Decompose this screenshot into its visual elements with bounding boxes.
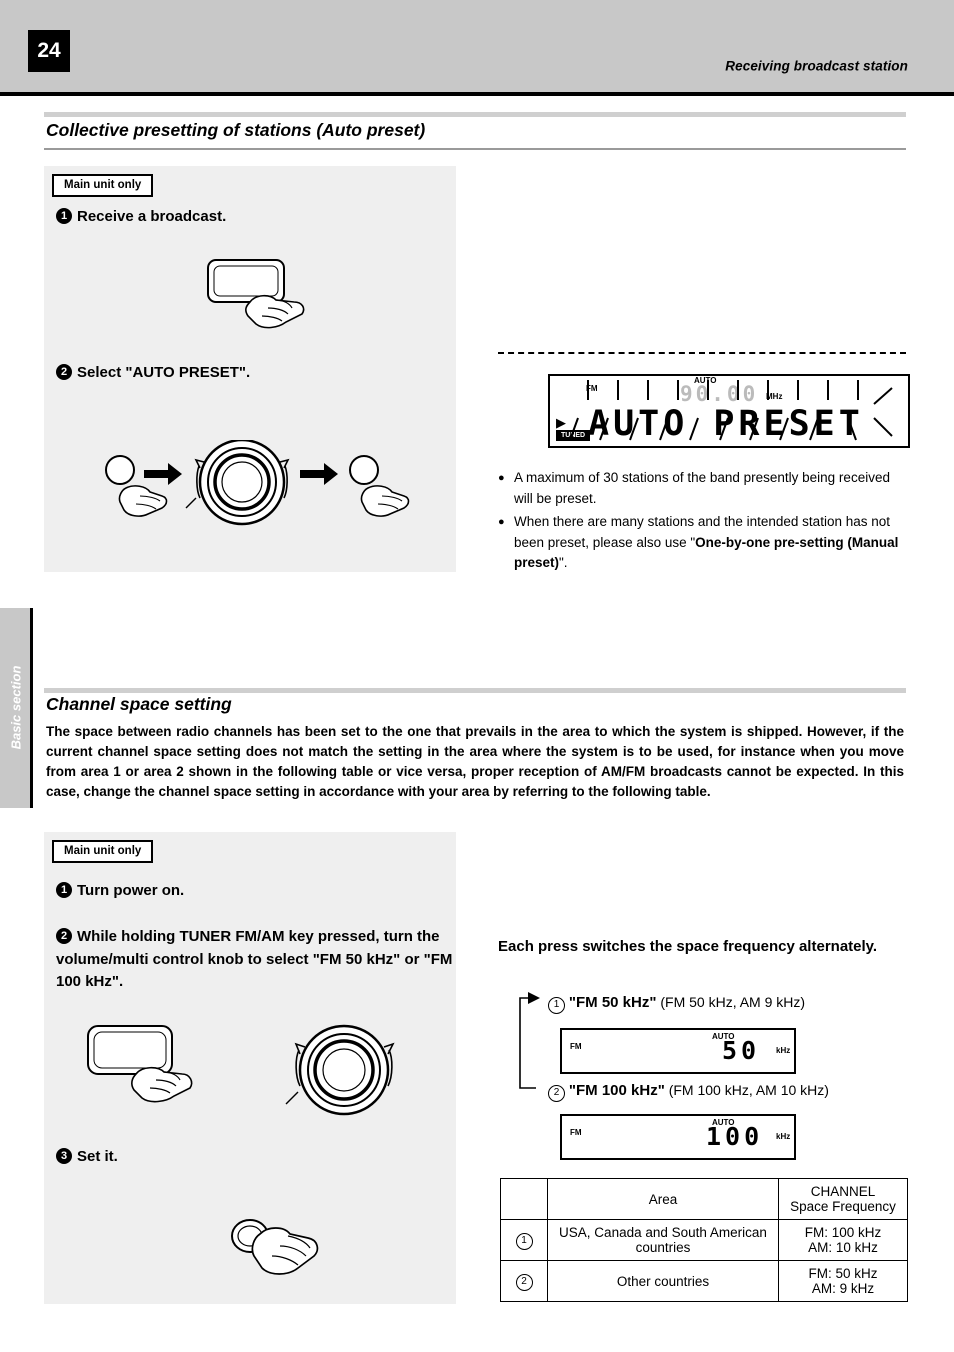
section2-step-3: 3 Set it.: [56, 1148, 118, 1165]
section1-rule-top: [44, 112, 906, 117]
note-item: ● When there are many stations and the i…: [498, 512, 910, 574]
display-fm-label: FM: [570, 1128, 582, 1137]
table-row-freq-am: AM: 10 kHz: [808, 1240, 878, 1255]
step-text: While holding TUNER FM/AM key pressed, t…: [56, 928, 453, 990]
header-divider: [0, 92, 954, 96]
section1-step-1: 1 Receive a broadcast.: [56, 208, 226, 225]
option-1-line: 1 "FM 50 kHz" (FM 50 kHz, AM 9 kHz): [548, 994, 805, 1014]
table-row-area: Other countries: [547, 1260, 779, 1302]
table-header-channel: CHANNEL Space Frequency: [778, 1178, 908, 1220]
table-row-freq-am: AM: 9 kHz: [811, 1281, 875, 1296]
running-title: Receiving broadcast station: [725, 58, 908, 74]
display-unit-label: kHz: [776, 1046, 791, 1055]
table-row: 2 Other countries FM: 50 kHz AM: 9 kHz: [500, 1260, 908, 1302]
display-value: 50: [722, 1036, 761, 1065]
step-number: 3: [56, 1148, 72, 1164]
display-fm-50: [560, 1028, 796, 1074]
table-row-freq-fm: FM: 50 kHz: [808, 1266, 878, 1281]
table-row-area: USA, Canada and South American countries: [547, 1219, 779, 1261]
table-header-row: Area CHANNEL Space Frequency: [500, 1178, 908, 1220]
display-tick-marks: [569, 380, 893, 441]
display-unit-label: kHz: [776, 1132, 791, 1141]
illustration-knob-turn: [105, 440, 410, 526]
option-index: 1: [548, 997, 565, 1014]
section1-badge: Main unit only: [52, 174, 154, 197]
section2-paragraph: The space between radio channels has bee…: [46, 724, 904, 799]
option-detail: (FM 100 kHz, AM 10 kHz): [668, 1082, 829, 1098]
option-label: "FM 100 kHz": [568, 1082, 665, 1099]
table-header-channel-line1: CHANNEL: [810, 1184, 876, 1199]
option-2-line: 2 "FM 100 kHz" (FM 100 kHz, AM 10 kHz): [548, 1082, 829, 1102]
table-row-index: 2: [515, 1273, 533, 1291]
note-text-tail: ".: [559, 555, 568, 571]
step-text: Set it.: [77, 1148, 118, 1165]
table-row-index: 1: [515, 1232, 533, 1250]
section1-step-2: 2 Select "AUTO PRESET".: [56, 364, 250, 381]
section1-notes: ● A maximum of 30 stations of the band p…: [498, 468, 910, 577]
section2-rule-top: [44, 688, 906, 693]
section2-title: Channel space setting: [46, 694, 232, 714]
section2-step-2: 2 While holding TUNER FM/AM key pressed, …: [56, 926, 454, 994]
option-detail: (FM 50 kHz, AM 9 kHz): [660, 994, 806, 1010]
illustration-push-knob: [231, 1219, 319, 1275]
option-label: "FM 50 kHz": [568, 994, 657, 1011]
table-row: 1 USA, Canada and South American countri…: [500, 1219, 908, 1261]
section1-rule-bottom: [44, 148, 906, 150]
dashed-separator: [498, 352, 906, 354]
each-press-text: Each press switches the space frequency …: [498, 938, 878, 955]
step-text: Receive a broadcast.: [77, 208, 227, 225]
illustration-button-press: [207, 259, 305, 329]
page-number: 24: [28, 30, 70, 72]
header-band: [0, 0, 954, 92]
section1-title: Collective presetting of stations (Auto …: [46, 120, 426, 140]
table-header-area: Area: [547, 1178, 779, 1220]
area-table: Area CHANNEL Space Frequency 1 USA, Cana…: [500, 1178, 908, 1302]
display-fm-label: FM: [570, 1042, 582, 1051]
section2-badge: Main unit only: [52, 840, 154, 863]
table-row-freq-fm: FM: 100 kHz: [804, 1225, 882, 1240]
step-text: Select "AUTO PRESET".: [77, 364, 251, 381]
section2-step-1: 1 Turn power on.: [56, 882, 184, 899]
side-tab-label: Basic section: [8, 665, 24, 750]
note-text: A maximum of 30 stations of the band pre…: [514, 470, 890, 506]
bullet-icon: ●: [498, 472, 505, 484]
step-number: 2: [56, 364, 72, 380]
display-value: 100: [706, 1122, 764, 1151]
table-header-channel-line2: Space Frequency: [790, 1199, 896, 1214]
step-number: 2: [56, 928, 72, 944]
step-number: 1: [56, 882, 72, 898]
side-tab-divider: [30, 608, 33, 808]
note-item: ● A maximum of 30 stations of the band p…: [498, 468, 910, 509]
table-header-blank: [500, 1178, 548, 1220]
step-number: 1: [56, 208, 72, 224]
illustration-key-and-knob: [87, 1024, 395, 1116]
alternation-bracket: [519, 992, 540, 1089]
bullet-icon: ●: [498, 516, 505, 529]
option-index: 2: [548, 1085, 565, 1102]
step-text: Turn power on.: [77, 882, 185, 899]
